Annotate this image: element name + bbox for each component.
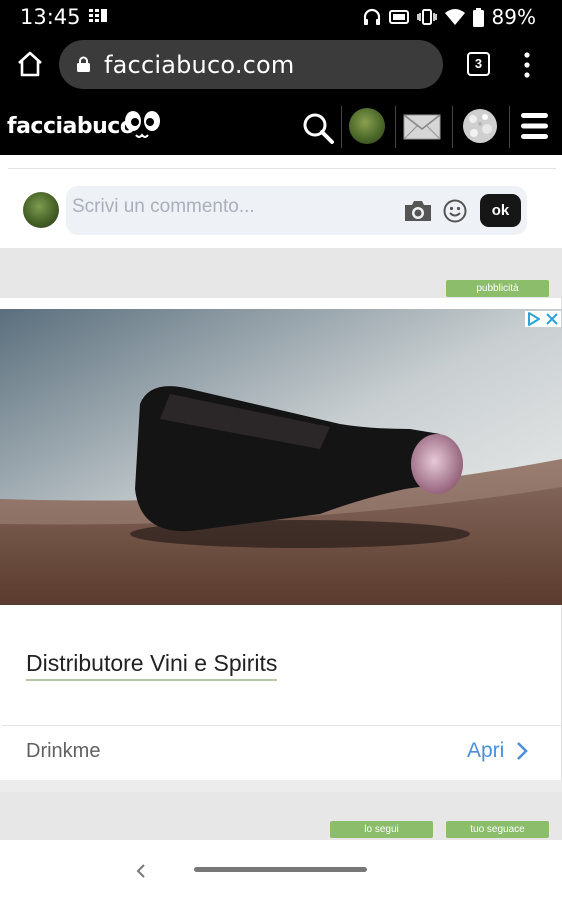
ad-title[interactable]: Distributore Vini e Spirits <box>26 650 278 681</box>
battery-icon <box>472 7 484 27</box>
battery-level: 89% <box>491 5 536 29</box>
ad-advertiser: Drinkme <box>26 740 101 762</box>
submit-comment-button[interactable]: ok <box>480 194 521 227</box>
search-icon[interactable] <box>301 111 335 145</box>
url-text[interactable]: facciabuco.com <box>104 51 295 79</box>
ad-badge: pubblicità <box>446 280 549 297</box>
wifi-icon <box>444 9 465 25</box>
back-chevron-icon[interactable] <box>134 860 148 882</box>
emoji-icon[interactable] <box>443 199 467 223</box>
browser-toolbar: facciabuco.com 3 <box>0 34 562 98</box>
headphones-icon <box>363 8 380 25</box>
divider <box>8 168 556 169</box>
avatar[interactable] <box>23 192 59 228</box>
logo-eyes-icon <box>125 111 160 138</box>
site-header: facciabuco <box>0 98 562 155</box>
home-gesture-pill[interactable] <box>194 867 367 872</box>
comment-input[interactable]: Scrivi un commento... ok <box>66 186 527 235</box>
lock-icon <box>77 56 90 72</box>
header-divider <box>395 106 396 148</box>
system-nav-bar <box>0 840 562 900</box>
camera-icon[interactable] <box>403 199 433 223</box>
vibrate-icon <box>416 9 437 25</box>
header-divider <box>509 106 510 148</box>
adchoices-icon[interactable] <box>525 311 561 327</box>
section-separator: lo segui tuo seguace <box>0 792 562 840</box>
ad-card[interactable]: Distributore Vini e Spirits Drinkme Apri <box>0 298 562 780</box>
ad-open-button[interactable]: Apri <box>467 739 504 763</box>
grid-icon <box>89 9 107 22</box>
tv-icon <box>388 10 409 24</box>
avatar[interactable] <box>349 108 385 144</box>
url-bar[interactable]: facciabuco.com <box>59 40 443 89</box>
header-divider <box>452 106 453 148</box>
home-icon[interactable] <box>14 48 46 80</box>
chevron-right-icon[interactable] <box>515 740 529 762</box>
divider <box>2 725 562 726</box>
overflow-menu-icon[interactable] <box>520 52 534 78</box>
hamburger-menu-icon[interactable] <box>521 111 548 141</box>
status-bar: 13:45 89% <box>0 0 562 34</box>
following-badge: lo segui <box>330 821 433 838</box>
follower-badge: tuo seguace <box>446 821 549 838</box>
section-separator: pubblicità <box>0 248 562 298</box>
mail-icon[interactable] <box>403 114 441 140</box>
header-divider <box>341 106 342 148</box>
status-time: 13:45 <box>20 5 81 29</box>
site-logo[interactable]: facciabuco <box>7 114 135 139</box>
tab-switcher-button[interactable]: 3 <box>467 52 490 76</box>
comment-placeholder[interactable]: Scrivi un commento... <box>72 196 255 218</box>
globe-icon[interactable] <box>462 108 498 144</box>
ad-image[interactable] <box>0 309 562 605</box>
